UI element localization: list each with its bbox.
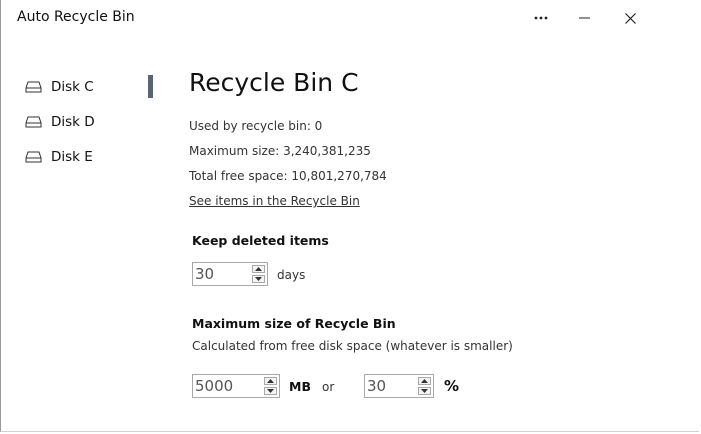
window-title: Auto Recycle Bin: [17, 9, 135, 25]
mb-unit-label: MB: [289, 379, 311, 394]
increment-button[interactable]: [252, 265, 265, 273]
maximum-size-description: Calculated from free disk space (whateve…: [192, 339, 513, 353]
sidebar-item-disk-c[interactable]: Disk C: [25, 75, 145, 99]
chevron-down-icon: [421, 389, 428, 393]
sidebar-item-label: Disk C: [51, 79, 94, 95]
close-icon: [624, 12, 636, 24]
percent-unit-label: %: [444, 377, 460, 395]
max-percent-input[interactable]: [366, 376, 415, 396]
minimize-button[interactable]: [564, 4, 604, 32]
app-window: Auto Recycle Bin Disk C Disk D Disk E Re…: [0, 0, 699, 432]
minimize-icon: [578, 17, 590, 19]
sidebar-item-disk-e[interactable]: Disk E: [25, 145, 145, 169]
drive-icon: [25, 115, 43, 129]
chevron-up-icon: [255, 267, 262, 271]
chevron-up-icon: [267, 379, 274, 383]
more-icon: [534, 16, 548, 20]
sidebar-item-disk-d[interactable]: Disk D: [25, 110, 145, 134]
chevron-up-icon: [421, 379, 428, 383]
decrement-button[interactable]: [264, 387, 277, 395]
title-bar: Auto Recycle Bin: [1, 0, 700, 36]
sidebar-item-label: Disk D: [51, 114, 95, 130]
keep-deleted-items-heading: Keep deleted items: [192, 233, 329, 248]
max-mb-stepper[interactable]: [192, 374, 280, 398]
maximum-size: Maximum size: 3,240,381,235: [189, 144, 371, 158]
page-title: Recycle Bin C: [189, 68, 359, 97]
days-unit-label: days: [277, 268, 306, 282]
used-by-recycle-bin: Used by recycle bin: 0: [189, 119, 323, 133]
max-percent-stepper[interactable]: [364, 374, 434, 398]
chevron-down-icon: [255, 277, 262, 281]
drive-icon: [25, 80, 43, 94]
selection-indicator: [148, 75, 153, 98]
chevron-down-icon: [267, 389, 274, 393]
keep-days-input[interactable]: [194, 264, 249, 284]
close-button[interactable]: [610, 4, 650, 32]
drive-icon: [25, 150, 43, 164]
maximum-size-heading: Maximum size of Recycle Bin: [192, 316, 396, 331]
see-items-link[interactable]: See items in the Recycle Bin: [189, 194, 360, 208]
decrement-button[interactable]: [418, 387, 431, 395]
keep-days-stepper[interactable]: [192, 262, 268, 286]
increment-button[interactable]: [264, 377, 277, 385]
sidebar-item-label: Disk E: [51, 149, 93, 165]
more-button[interactable]: [521, 4, 561, 32]
or-label: or: [322, 380, 335, 394]
max-mb-input[interactable]: [194, 376, 261, 396]
decrement-button[interactable]: [252, 275, 265, 283]
total-free-space: Total free space: 10,801,270,784: [189, 169, 387, 183]
increment-button[interactable]: [418, 377, 431, 385]
